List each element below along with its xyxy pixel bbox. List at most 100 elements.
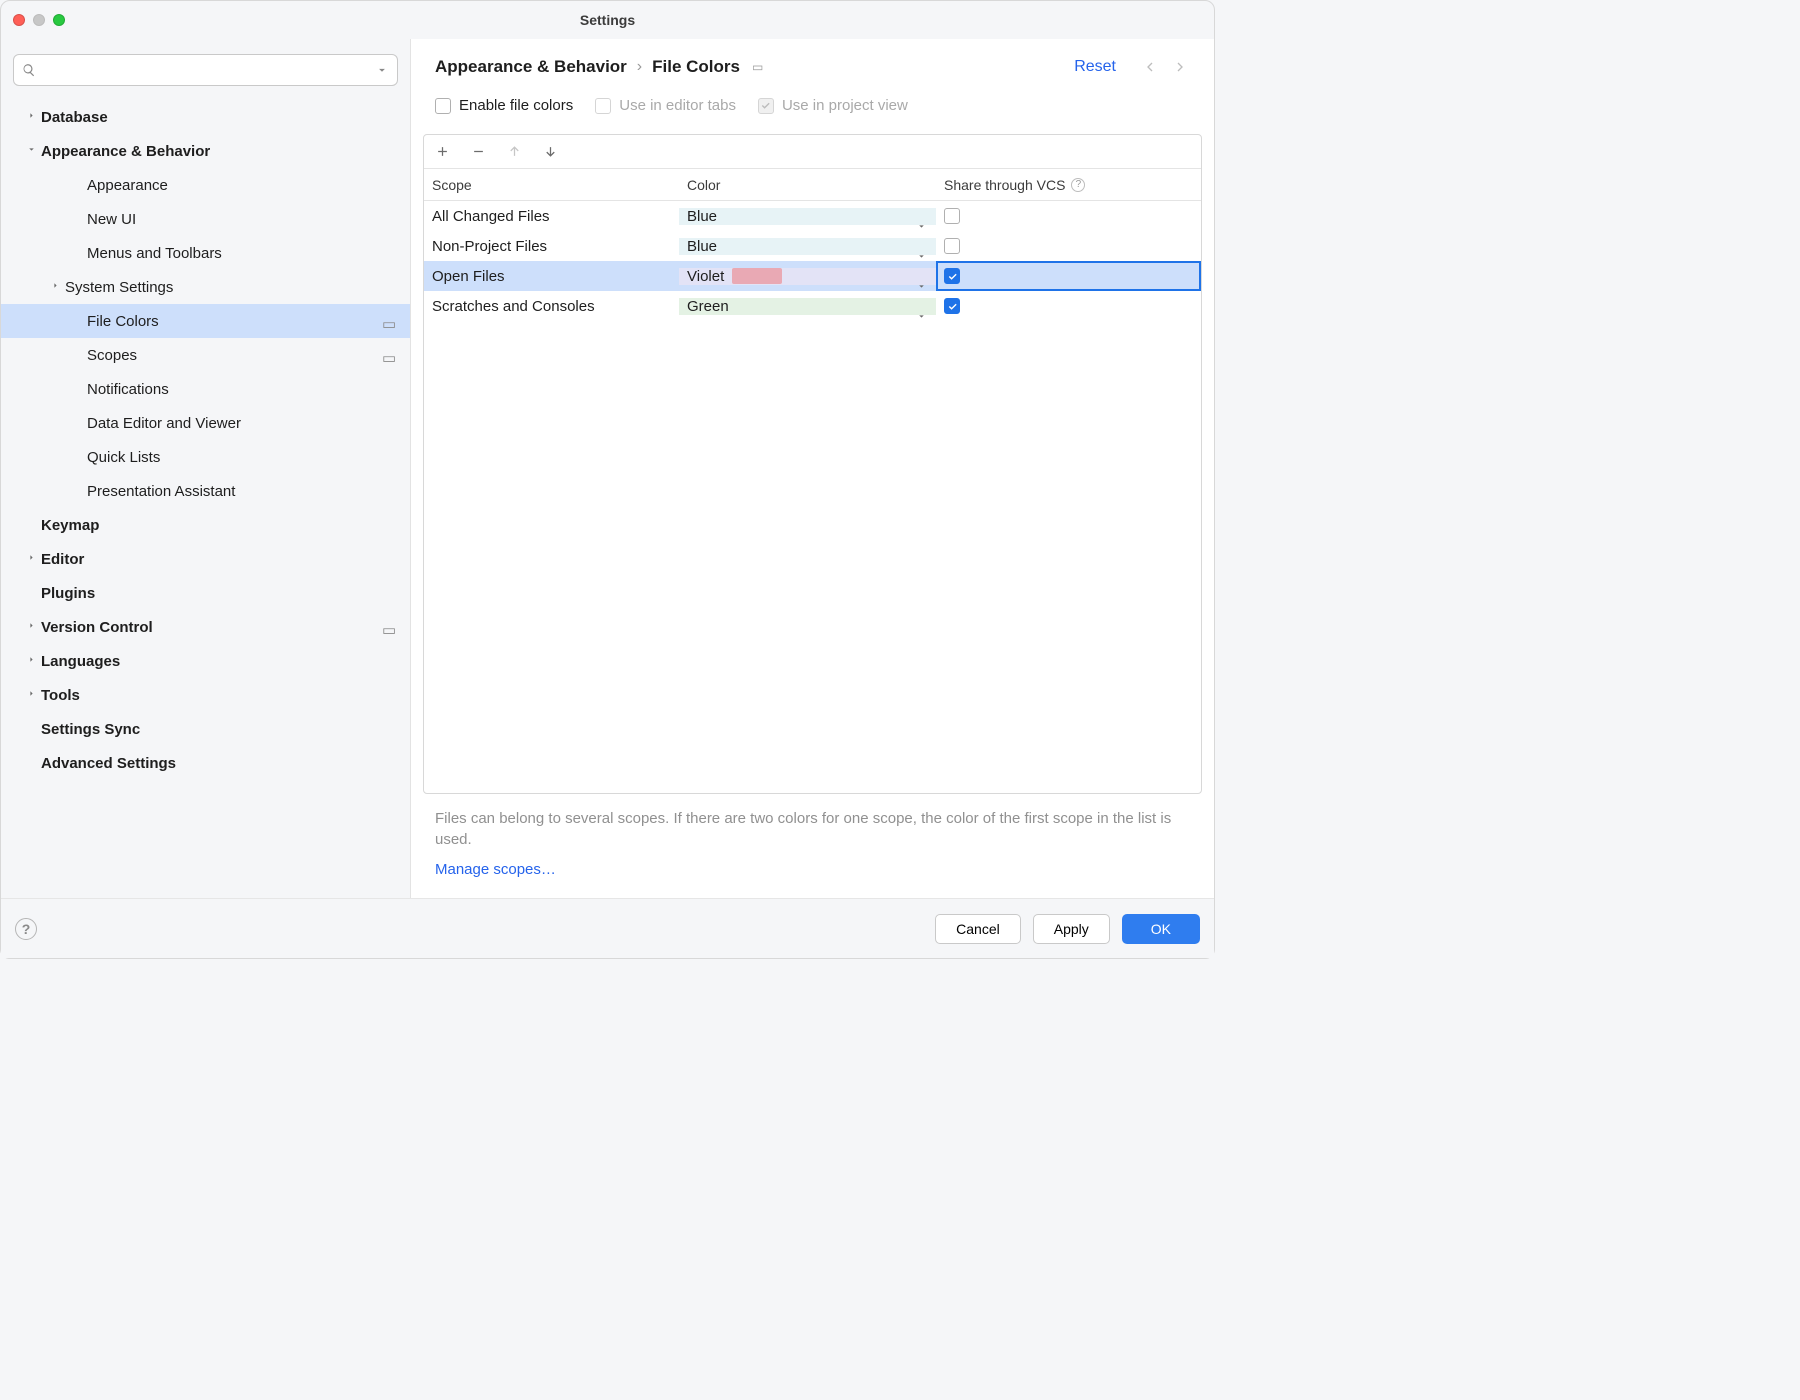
reset-button[interactable]: Reset [1074,58,1116,76]
vcs-cell[interactable] [936,261,1201,291]
table-row[interactable]: Non-Project Files Blue [424,231,1201,261]
sidebar-item-label: New UI [87,211,398,228]
help-button[interactable]: ? [15,918,37,940]
color-cell[interactable]: Blue [679,238,936,255]
vcs-checkbox[interactable] [944,298,960,314]
manage-scopes-link[interactable]: Manage scopes… [411,853,1214,898]
col-vcs-header[interactable]: Share through VCS ? [936,177,1201,193]
sidebar-item[interactable]: Version Control▭ [1,610,410,644]
search-input[interactable] [42,62,375,78]
chevron-down-icon[interactable] [917,308,926,325]
expand-icon[interactable] [21,145,41,157]
sidebar-item[interactable]: Scopes▭ [1,338,410,372]
enable-file-colors-label: Enable file colors [459,97,573,114]
sidebar-item[interactable]: Advanced Settings [1,746,410,780]
sidebar-item-label: Appearance [87,177,398,194]
sidebar-item[interactable]: Presentation Assistant [1,474,410,508]
vcs-checkbox[interactable] [944,208,960,224]
color-cell[interactable]: Green [679,298,936,315]
back-button[interactable] [1140,57,1160,77]
use-in-project-view-label: Use in project view [782,97,908,114]
expand-icon[interactable] [21,111,41,123]
main-panel: Appearance & Behavior › File Colors ▭ Re… [411,39,1214,898]
remove-button[interactable] [468,142,488,162]
color-label: Blue [687,238,717,255]
settings-tree: Database Appearance & Behavior Appearance N… [1,94,410,898]
sidebar-item[interactable]: New UI [1,202,410,236]
color-label: Blue [687,208,717,225]
vcs-checkbox[interactable] [944,268,960,284]
color-cell[interactable]: Blue [679,208,936,225]
search-icon [22,63,36,77]
use-in-editor-tabs-label: Use in editor tabs [619,97,736,114]
chevron-down-icon[interactable] [917,248,926,265]
sidebar-item-label: Editor [41,551,398,568]
vcs-cell[interactable] [936,298,1201,314]
table-row[interactable]: Open FilesViolet [424,261,1201,291]
file-colors-table: Scope Color Share through VCS ? All Chan… [423,134,1202,794]
project-level-icon: ▭ [382,315,398,327]
search-dropdown-icon[interactable] [375,63,389,77]
search-input-wrapper[interactable] [13,54,398,86]
forward-button[interactable] [1170,57,1190,77]
col-scope-header[interactable]: Scope [424,177,679,193]
expand-icon[interactable] [21,621,41,633]
project-level-icon: ▭ [752,60,763,74]
sidebar-item[interactable]: Appearance & Behavior [1,134,410,168]
sidebar-item-label: File Colors [87,313,382,330]
table-toolbar [424,135,1201,169]
move-up-button[interactable] [504,142,524,162]
table-row[interactable]: All Changed Files Blue [424,201,1201,231]
sidebar-item[interactable]: Editor [1,542,410,576]
sidebar-item-label: Version Control [41,619,382,636]
sidebar-item-label: Quick Lists [87,449,398,466]
sidebar-item-label: Notifications [87,381,398,398]
breadcrumb-seg-1[interactable]: Appearance & Behavior [435,57,627,77]
chevron-down-icon[interactable] [917,278,926,295]
ok-button[interactable]: OK [1122,914,1200,944]
vcs-cell[interactable] [936,238,1201,254]
use-in-project-view-checkbox: Use in project view [758,97,908,114]
sidebar-item[interactable]: System Settings [1,270,410,304]
sidebar-item[interactable]: Plugins [1,576,410,610]
expand-icon[interactable] [45,281,65,293]
add-button[interactable] [432,142,452,162]
project-level-icon: ▭ [382,621,398,633]
help-icon[interactable]: ? [1071,178,1085,192]
sidebar-item[interactable]: Quick Lists [1,440,410,474]
sidebar-item[interactable]: Languages [1,644,410,678]
sidebar-item-label: Advanced Settings [41,755,398,772]
sidebar-item-label: Appearance & Behavior [41,143,398,160]
sidebar-item[interactable]: Database [1,100,410,134]
move-down-button[interactable] [540,142,560,162]
sidebar-item[interactable]: Notifications [1,372,410,406]
chevron-down-icon[interactable] [917,218,926,235]
sidebar-item[interactable]: File Colors▭ [1,304,410,338]
expand-icon[interactable] [21,553,41,565]
enable-file-colors-checkbox[interactable]: Enable file colors [435,97,573,114]
sidebar-item[interactable]: Menus and Toolbars [1,236,410,270]
expand-icon[interactable] [21,689,41,701]
expand-icon[interactable] [21,655,41,667]
sidebar-item[interactable]: Data Editor and Viewer [1,406,410,440]
apply-button[interactable]: Apply [1033,914,1110,944]
sidebar-item-label: Menus and Toolbars [87,245,398,262]
table-row[interactable]: Scratches and ConsolesGreen [424,291,1201,321]
sidebar-item-label: Tools [41,687,398,704]
col-color-header[interactable]: Color [679,177,936,193]
sidebar-item[interactable]: Appearance [1,168,410,202]
color-swatch [732,268,782,284]
vcs-cell[interactable] [936,208,1201,224]
cancel-button[interactable]: Cancel [935,914,1021,944]
scope-cell: Non-Project Files [424,238,679,255]
table-body: All Changed Files Blue Non-Project Files Bl… [424,201,1201,321]
table-header-row: Scope Color Share through VCS ? [424,169,1201,201]
scope-cell: All Changed Files [424,208,679,225]
sidebar-item[interactable]: Tools [1,678,410,712]
sidebar-item[interactable]: Keymap [1,508,410,542]
sidebar-item-label: Keymap [41,517,398,534]
sidebar-item[interactable]: Settings Sync [1,712,410,746]
color-cell[interactable]: Violet [679,268,936,285]
vcs-checkbox[interactable] [944,238,960,254]
project-level-icon: ▭ [382,349,398,361]
